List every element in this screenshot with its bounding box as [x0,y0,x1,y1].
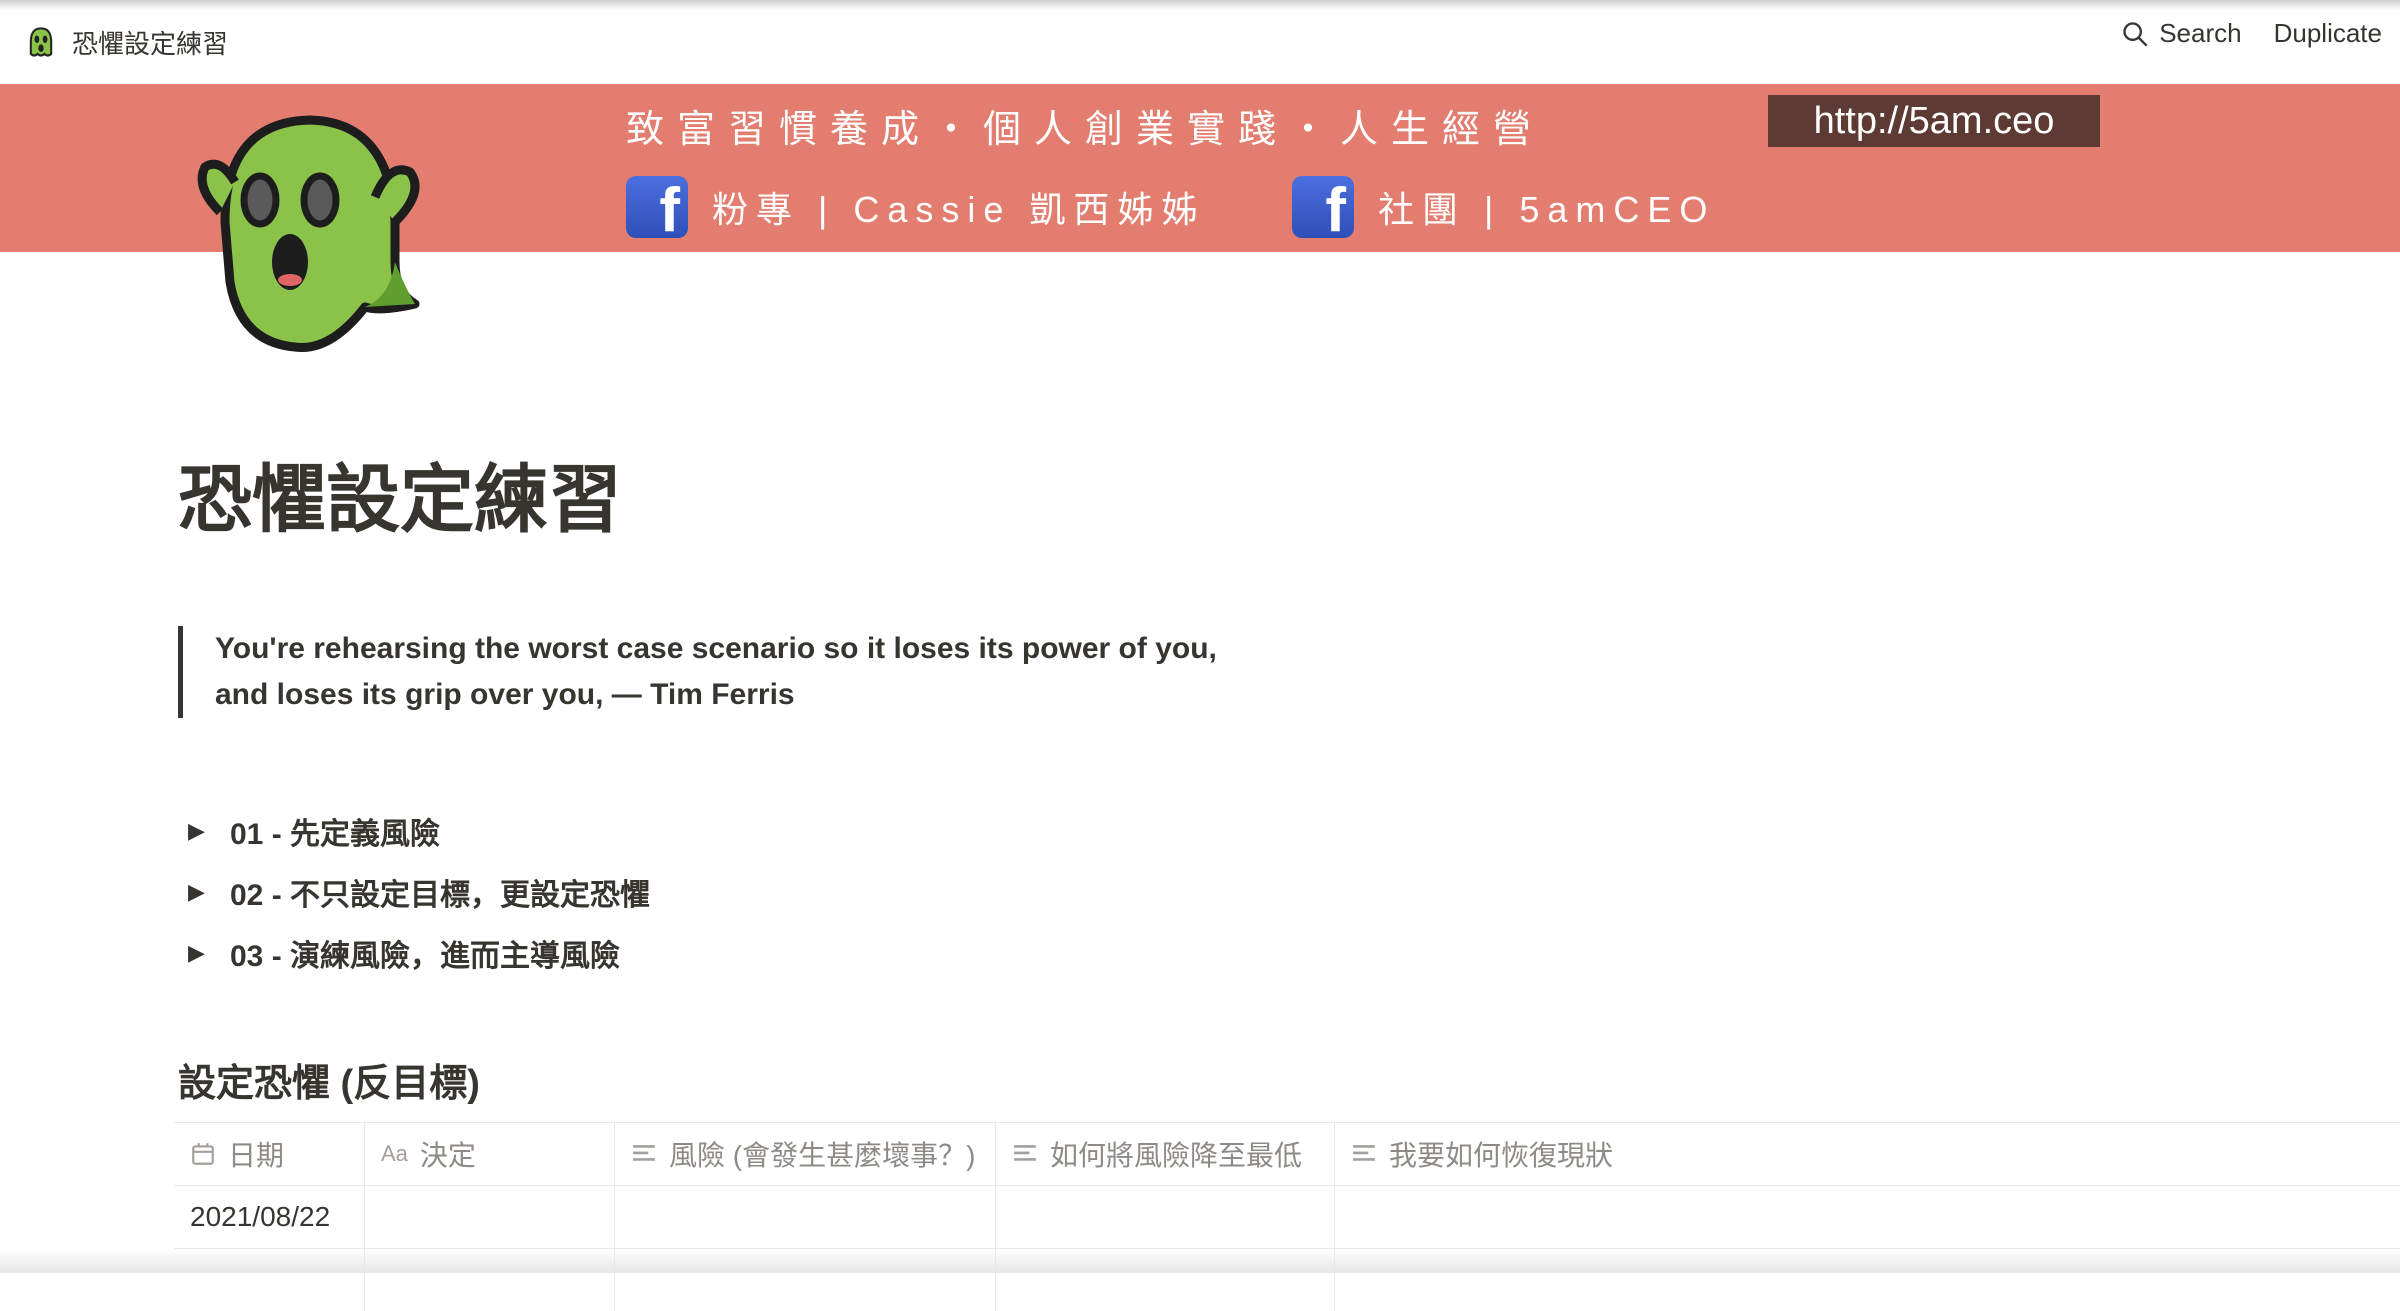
ghost-icon [29,27,53,57]
database-title: 設定恐懼 (反目標) [178,1063,480,1105]
facebook-icon: f [626,176,688,242]
text-lines-icon [633,1145,655,1161]
duplicate-button[interactable]: Duplicate [2274,18,2382,49]
cell-date[interactable]: 2021/08/22 [174,1186,365,1248]
cell-minimize[interactable] [996,1186,1335,1248]
quote-line: You're rehearsing the worst case scenari… [215,632,1217,665]
quote-line: and loses its grip over you, — Tim Ferri… [215,678,795,711]
top-actions: Search Duplicate [2121,18,2382,49]
search-icon [2123,21,2148,46]
toggle-label: 01 - 先定義風險 [230,817,441,851]
breadcrumb-page-title: 恐懼設定練習 [72,28,229,59]
column-header-risk[interactable]: 風險 (會發生甚麼壞事？) [615,1123,996,1185]
column-header-minimize[interactable]: 如何將風險降至最低 [996,1123,1335,1185]
column-label: 日期 [228,1140,285,1171]
cell-recover[interactable] [1335,1186,2400,1248]
quote-block: You're rehearsing the worst case scenari… [178,626,1335,718]
text-lines-icon [1014,1145,1036,1161]
toggle-02[interactable]: ▶ 02 - 不只設定目標，更設定恐懼 [188,861,650,922]
ghost-icon[interactable] [190,112,440,362]
triangle-right-icon[interactable]: ▶ [188,940,208,966]
text-lines-icon [1353,1145,1375,1161]
toggle-list: ▶ 01 - 先定義風險 ▶ 02 - 不只設定目標，更設定恐懼 ▶ 03 - … [188,800,650,983]
column-header-recover[interactable]: 我要如何恢復現狀 [1335,1123,2400,1185]
top-shadow [0,0,2400,10]
search-button[interactable]: Search [2121,18,2242,49]
duplicate-label: Duplicate [2273,18,2382,48]
database-table: 日期 Aa 決定 風險 (會發生甚麼壞事？) 如何將風險降至最低 我要如何恢復現… [174,1122,2400,1311]
toggle-label: 02 - 不只設定目標，更設定恐懼 [230,878,651,912]
column-label: 如何將風險降至最低 [1050,1140,1303,1171]
cell-risk[interactable] [615,1186,996,1248]
column-header-decision[interactable]: Aa 決定 [365,1123,615,1185]
fb-page-label: 粉專 | Cassie 凱西姊姊 [712,189,1206,230]
fb-page-link[interactable]: f 粉專 | Cassie 凱西姊姊 [626,176,1206,242]
column-header-date[interactable]: 日期 [174,1123,365,1185]
column-label: 我要如何恢復現狀 [1389,1140,1614,1171]
fb-group-link[interactable]: f 社團 | 5amCEO [1292,176,1716,242]
title-aa-icon: Aa [381,1141,408,1166]
breadcrumb[interactable]: 恐懼設定練習 [24,20,228,64]
bottom-shadow [0,1249,2400,1273]
search-label: Search [2159,18,2242,48]
triangle-right-icon[interactable]: ▶ [188,879,208,905]
cover-url: http://5am.ceo [1768,95,2100,147]
facebook-icon: f [1292,176,1354,242]
toggle-label: 03 - 演練風險，進而主導風險 [230,939,621,973]
toggle-01[interactable]: ▶ 01 - 先定義風險 [188,800,650,861]
toggle-03[interactable]: ▶ 03 - 演練風險，進而主導風險 [188,922,650,983]
top-bar: 恐懼設定練習 Search Duplicate [0,0,2400,84]
cell-decision[interactable] [365,1186,615,1248]
fb-group-label: 社團 | 5amCEO [1378,189,1716,230]
table-header-row: 日期 Aa 決定 風險 (會發生甚麼壞事？) 如何將風險降至最低 我要如何恢復現… [174,1122,2400,1185]
cover-tagline: 致富習慣養成・個人創業實踐・人生經營 [626,109,1545,151]
column-label: 風險 (會發生甚麼壞事？) [669,1140,976,1171]
calendar-icon [192,1143,214,1165]
page-title: 恐懼設定練習 [178,458,622,541]
triangle-right-icon[interactable]: ▶ [188,818,208,844]
table-row[interactable]: 2021/08/22 [174,1185,2400,1248]
column-label: 決定 [419,1140,476,1171]
